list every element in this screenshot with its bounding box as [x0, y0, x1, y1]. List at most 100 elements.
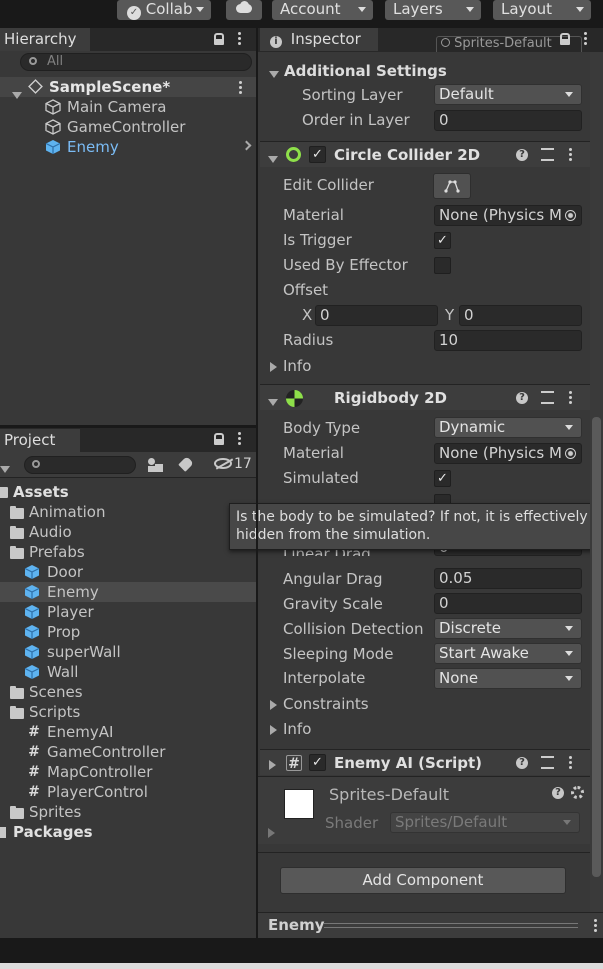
inspector-scrollbar[interactable]	[590, 52, 603, 912]
interpolate-dropdown[interactable]: None	[434, 668, 582, 689]
rigidbody-header[interactable]: Rigidbody 2D ?	[260, 384, 590, 410]
collab-button[interactable]: ✓ Collab	[117, 0, 211, 20]
tag-icon[interactable]	[178, 456, 194, 472]
project-item-superwall[interactable]: superWall	[0, 642, 256, 662]
tab-project[interactable]: Project	[0, 429, 80, 452]
project-item-prefabs[interactable]: Prefabs	[0, 542, 256, 562]
collapse-triangle-icon[interactable]	[268, 394, 278, 410]
inspector-scrollbar-thumb[interactable]	[592, 417, 601, 877]
project-item-audio[interactable]: Audio	[0, 522, 256, 542]
object-picker-icon[interactable]	[565, 210, 576, 221]
project-item-enemyai[interactable]: # EnemyAI	[0, 722, 256, 742]
project-item-scenes[interactable]: Scenes	[0, 682, 256, 702]
project-item-enemy[interactable]: Enemy	[0, 582, 256, 602]
component-menu-icon[interactable]	[569, 391, 573, 405]
footer-menu-icon[interactable]	[594, 919, 598, 933]
lock-icon[interactable]	[560, 33, 570, 45]
component-menu-icon[interactable]	[569, 148, 573, 162]
offset-x-field[interactable]: 0	[315, 305, 438, 326]
footer-drag-handle[interactable]	[324, 923, 578, 928]
layers-button[interactable]: Layers	[385, 0, 481, 20]
lock-icon[interactable]	[214, 433, 224, 445]
project-item-player[interactable]: Player	[0, 602, 256, 622]
project-item-prop[interactable]: Prop	[0, 622, 256, 642]
collider-info-label[interactable]: Info	[283, 356, 311, 376]
project-item-wall[interactable]: Wall	[0, 662, 256, 682]
hierarchy-menu-icon[interactable]	[238, 32, 242, 46]
collision-detection-dropdown[interactable]: Discrete	[434, 618, 582, 639]
help-icon[interactable]: ?	[516, 149, 528, 161]
chevron-right-icon[interactable]	[241, 140, 252, 151]
create-dropdown-icon[interactable]	[0, 461, 10, 477]
layout-button[interactable]: Layout	[493, 0, 591, 20]
enemy-ai-script-header[interactable]: # ✓ Enemy AI (Script) ?	[260, 749, 590, 775]
account-button[interactable]: Account	[272, 0, 373, 20]
shader-dropdown[interactable]: Sprites/Default	[390, 812, 580, 833]
circle-collider-enabled-checkbox[interactable]: ✓	[309, 146, 326, 163]
expand-triangle-icon[interactable]	[269, 758, 276, 774]
hierarchy-search-input[interactable]: All	[20, 53, 252, 71]
expand-triangle-icon[interactable]	[270, 723, 277, 739]
project-item-gamecontroller[interactable]: # GameController	[0, 742, 256, 762]
collider-material-field[interactable]: None (Physics M	[434, 205, 582, 226]
expand-triangle-icon[interactable]	[270, 360, 277, 376]
help-icon[interactable]: ?	[516, 757, 528, 769]
expand-triangle-icon[interactable]	[270, 698, 277, 714]
project-item-animation[interactable]: Animation	[0, 502, 256, 522]
circle-collider-header[interactable]: ✓ Circle Collider 2D ?	[260, 141, 590, 167]
preset-sliders-icon[interactable]	[541, 148, 554, 161]
hierarchy-item-label: GameController	[67, 118, 186, 136]
tab-inspector[interactable]: i Inspector	[260, 28, 378, 51]
scene-menu-icon[interactable]	[239, 81, 243, 95]
preset-sliders-icon[interactable]	[541, 756, 554, 769]
project-item-packages[interactable]: Packages	[0, 822, 256, 842]
preset-sliders-icon[interactable]	[541, 391, 554, 404]
gravity-scale-field[interactable]: 0	[434, 593, 582, 614]
project-item-sprites[interactable]: Sprites	[0, 802, 256, 822]
inspector-preview-footer[interactable]: Enemy	[258, 912, 603, 938]
edit-collider-button[interactable]	[433, 173, 471, 199]
project-item-assets[interactable]: Assets	[0, 482, 256, 502]
enemy-ai-enabled-checkbox[interactable]: ✓	[309, 754, 326, 771]
tab-hierarchy[interactable]: Hierarchy	[0, 28, 90, 51]
rb-material-field[interactable]: None (Physics M	[434, 443, 582, 464]
cloud-button[interactable]	[226, 0, 262, 20]
additional-settings-title[interactable]: Additional Settings	[284, 61, 447, 81]
script-icon: #	[28, 764, 40, 780]
expand-triangle-icon[interactable]	[268, 826, 275, 842]
component-menu-icon[interactable]	[569, 756, 573, 770]
order-in-layer-field[interactable]: 0	[434, 110, 582, 131]
add-component-button[interactable]: Add Component	[280, 867, 566, 894]
simulated-checkbox[interactable]: ✓	[434, 470, 451, 487]
project-menu-icon[interactable]	[238, 432, 242, 446]
offset-y-field[interactable]: 0	[459, 305, 582, 326]
filter-by-type-icon[interactable]	[148, 458, 164, 472]
help-icon[interactable]: ?	[516, 392, 528, 404]
collapse-triangle-icon[interactable]	[268, 151, 278, 167]
constraints-label[interactable]: Constraints	[283, 694, 369, 714]
object-picker-icon[interactable]	[565, 448, 576, 459]
lock-icon[interactable]	[214, 33, 224, 45]
rigidbody-info-label[interactable]: Info	[283, 719, 311, 739]
project-search-input[interactable]	[24, 456, 136, 474]
gear-icon[interactable]	[571, 786, 584, 799]
inspector-menu-icon[interactable]	[584, 32, 588, 46]
project-item-door[interactable]: Door	[0, 562, 256, 582]
sorting-layer-dropdown[interactable]: Default	[434, 84, 582, 105]
material-swatch[interactable]	[284, 789, 314, 819]
hierarchy-item-gamecontroller[interactable]: GameController	[0, 117, 256, 137]
radius-field[interactable]: 10	[434, 330, 582, 351]
project-item-mapcontroller[interactable]: # MapController	[0, 762, 256, 782]
used-by-effector-checkbox[interactable]	[434, 257, 451, 274]
help-icon[interactable]: ?	[552, 787, 564, 799]
hierarchy-item-enemy[interactable]: Enemy	[0, 137, 256, 157]
is-trigger-checkbox[interactable]: ✓	[434, 232, 451, 249]
expand-triangle-icon[interactable]	[269, 66, 279, 82]
body-type-dropdown[interactable]: Dynamic	[434, 417, 582, 438]
project-item-scripts[interactable]: Scripts	[0, 702, 256, 722]
sleeping-mode-dropdown[interactable]: Start Awake	[434, 643, 582, 664]
angular-drag-field[interactable]: 0.05	[434, 568, 582, 589]
scene-row[interactable]: SampleScene*	[0, 77, 256, 99]
project-item-playercontrol[interactable]: # PlayerControl	[0, 782, 256, 802]
hierarchy-item-main-camera[interactable]: Main Camera	[0, 97, 256, 117]
